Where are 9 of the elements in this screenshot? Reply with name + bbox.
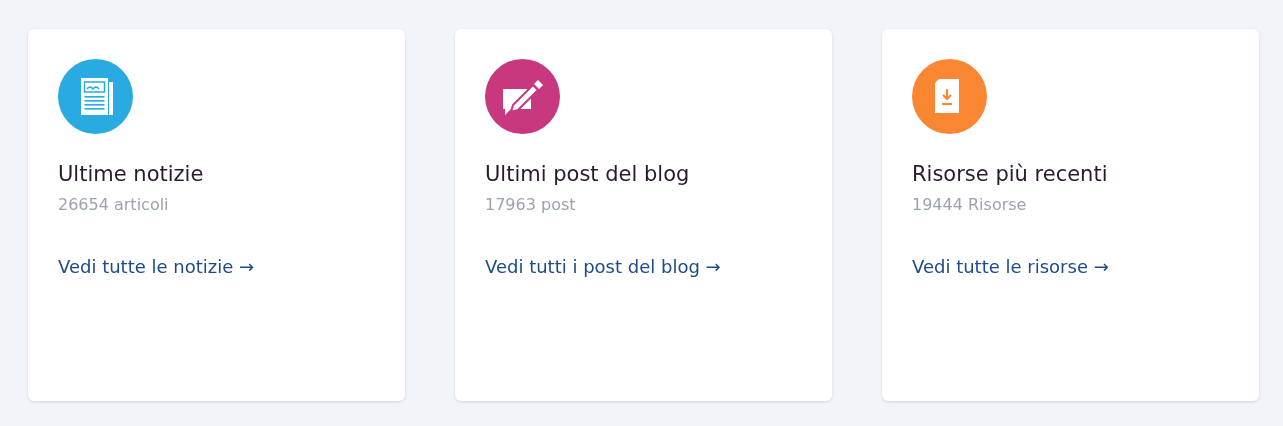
view-all-link[interactable]: Vedi tutte le notizie → bbox=[58, 255, 255, 279]
view-all-link[interactable]: Vedi tutte le risorse → bbox=[912, 255, 1109, 279]
card-title: Ultimi post del blog bbox=[485, 161, 690, 188]
card-title: Risorse più recenti bbox=[912, 161, 1108, 188]
item-count: 26654 articoli bbox=[58, 195, 169, 215]
card-title: Ultime notizie bbox=[58, 161, 204, 188]
item-count: 17963 post bbox=[485, 195, 576, 215]
item-count: 19444 Risorse bbox=[912, 195, 1027, 215]
view-all-link[interactable]: Vedi tutti i post del blog → bbox=[485, 255, 721, 279]
